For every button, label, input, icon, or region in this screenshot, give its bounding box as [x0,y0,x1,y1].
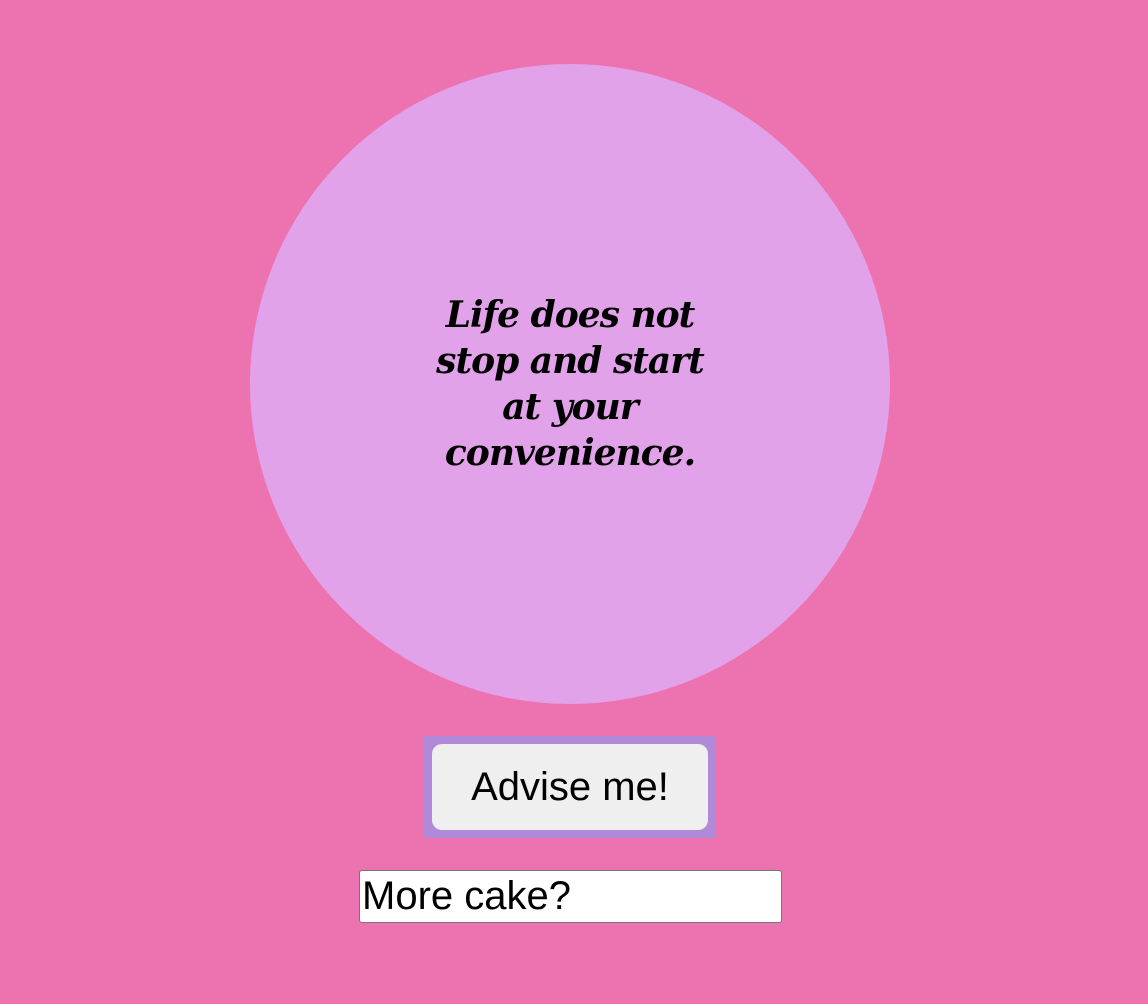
advice-circle: Life does not stop and start at your con… [250,64,890,704]
question-input[interactable] [359,870,782,923]
advice-page: Life does not stop and start at your con… [0,0,1148,1004]
advise-button-frame: Advise me! [424,736,716,838]
advise-me-button[interactable]: Advise me! [432,744,708,830]
advice-quote: Life does not stop and start at your con… [436,294,705,474]
